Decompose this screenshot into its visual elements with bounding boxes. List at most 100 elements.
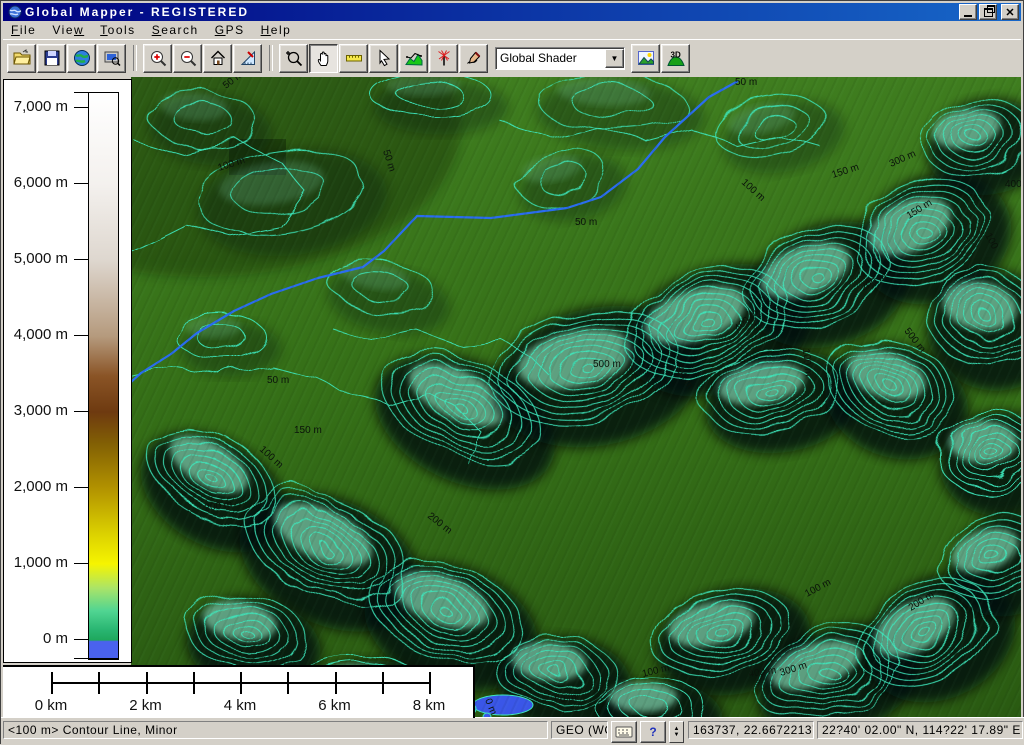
window-title: Global Mapper - REGISTERED (25, 5, 957, 19)
status-feature-text: <100 m> Contour Line, Minor (3, 721, 548, 739)
legend-tick-label: 3,000 m (6, 402, 68, 419)
status-spinner[interactable]: ▲▼ (669, 721, 684, 743)
zoom-out-icon (179, 49, 197, 67)
menu-item-help[interactable]: Help (253, 22, 300, 38)
pan-tool-button[interactable] (309, 44, 338, 73)
contour-label: 50 m (575, 217, 597, 228)
zoom-in-icon (149, 49, 167, 67)
menu-item-search[interactable]: Search (144, 22, 207, 38)
scale-label: 8 km (399, 697, 459, 714)
save-workspace-button[interactable] (37, 44, 66, 73)
legend-tick-label: 5,000 m (6, 250, 68, 267)
digitizer-tool-button[interactable] (459, 44, 488, 73)
minimize-button[interactable] (959, 4, 977, 20)
full-view-button[interactable] (203, 44, 232, 73)
contour-label: 150 m (294, 425, 322, 436)
scale-tick (51, 672, 53, 694)
scale-tick (287, 672, 289, 694)
toolbar-separator (133, 45, 137, 71)
scale-tick (382, 672, 384, 694)
menu-item-tools[interactable]: Tools (92, 22, 144, 38)
status-help-button[interactable]: ? (640, 721, 666, 743)
close-button[interactable]: ✕ (1001, 4, 1019, 20)
zoom-out-button[interactable] (173, 44, 202, 73)
elevation-colorbar (88, 92, 119, 660)
3d-view-button[interactable]: 3D (661, 44, 690, 73)
path-profile-tool-icon (405, 49, 423, 67)
scale-label: 0 km (21, 697, 81, 714)
measure-tool-button[interactable] (339, 44, 368, 73)
menu-item-view[interactable]: View (44, 22, 92, 38)
toolbar-group-3 (279, 44, 489, 73)
zoom-in-button[interactable] (143, 44, 172, 73)
screen-capture-button[interactable] (97, 44, 126, 73)
screen-capture-icon (103, 49, 121, 67)
zoom-tool-icon (285, 49, 303, 67)
menu-item-file[interactable]: File (3, 22, 44, 38)
status-cursor-coordinates: 163737, 22.66722137 ) (688, 721, 814, 739)
scale-tick (146, 672, 148, 694)
raster-options-button[interactable] (631, 44, 660, 73)
contour-label: 500 m (593, 359, 621, 370)
pan-tool-icon (315, 49, 333, 67)
path-profile-tool-button[interactable] (399, 44, 428, 73)
status-lat-lon: 22?40' 02.00" N, 114?22' 17.89" E (817, 721, 1023, 739)
legend-tick (74, 183, 88, 184)
app-icon (8, 5, 22, 19)
app-window: Global Mapper - REGISTERED ✕ FileViewToo… (0, 0, 1024, 744)
legend-tick-label: 0 m (6, 630, 68, 647)
legend-cap-line (74, 92, 119, 93)
menu-bar: FileViewToolsSearchGPSHelp (3, 21, 1021, 39)
scale-tick (335, 672, 337, 694)
spinner-down-icon: ▼ (674, 732, 680, 738)
map-scale-bar: 0 km2 km4 km6 km8 km (3, 665, 475, 718)
contour-label: 400 (1005, 179, 1021, 190)
close-icon: ✕ (1005, 7, 1014, 19)
svg-text:3D: 3D (670, 51, 680, 60)
elevation-legend: 7,000 m6,000 m5,000 m4,000 m3,000 m2,000… (3, 79, 132, 663)
feature-info-tool-button[interactable] (369, 44, 398, 73)
legend-tick (74, 487, 88, 488)
contour-label: 50 m (735, 77, 757, 88)
legend-tick-label: 1,000 m (6, 554, 68, 571)
legend-tick (74, 563, 88, 564)
scale-tick (193, 672, 195, 694)
open-file-button[interactable] (7, 44, 36, 73)
scale-tick (240, 672, 242, 694)
status-projection: GEO (WGS84 (551, 721, 608, 739)
chevron-down-icon[interactable]: ▼ (605, 49, 624, 68)
zoom-tool-button[interactable] (279, 44, 308, 73)
feature-info-tool-icon (375, 49, 393, 67)
scale-tick (429, 672, 431, 694)
legend-tick (74, 335, 88, 336)
toolbar-group-2 (143, 44, 263, 73)
map-view[interactable]: 50 m100 m50 m50 m50 m50 m100 m300 m150 m… (131, 77, 1021, 717)
lake (473, 695, 533, 715)
contour-label: 50 m (267, 375, 289, 386)
raster-options-icon (637, 49, 655, 67)
legend-tick-label: 2,000 m (6, 478, 68, 495)
load-online-data-button[interactable] (67, 44, 96, 73)
scale-label: 2 km (116, 697, 176, 714)
digitizer-tool-icon (465, 49, 483, 67)
scale-label: 4 km (210, 697, 270, 714)
coordinate-format-button[interactable] (611, 721, 637, 743)
zoom-to-scale-button[interactable] (233, 44, 262, 73)
open-file-icon (13, 49, 31, 67)
title-bar: Global Mapper - REGISTERED ✕ (3, 3, 1021, 21)
measure-tool-icon (345, 49, 363, 67)
legend-tick-label: 6,000 m (6, 174, 68, 191)
status-bar: <100 m> Contour Line, Minor GEO (WGS84 ?… (1, 717, 1024, 745)
legend-cap-line (74, 658, 119, 659)
restore-button[interactable] (979, 4, 997, 20)
menu-item-gps[interactable]: GPS (207, 22, 253, 38)
load-online-data-icon (73, 49, 91, 67)
legend-tick (74, 259, 88, 260)
toolbar-group-1 (7, 44, 127, 73)
zoom-to-scale-icon (239, 49, 257, 67)
view-shed-tool-button[interactable] (429, 44, 458, 73)
toolbar-group-4: 3D (631, 44, 691, 73)
view-shed-tool-icon (435, 49, 453, 67)
shader-select[interactable]: Global Shader▼ (495, 47, 625, 70)
keyboard-icon (615, 725, 633, 739)
